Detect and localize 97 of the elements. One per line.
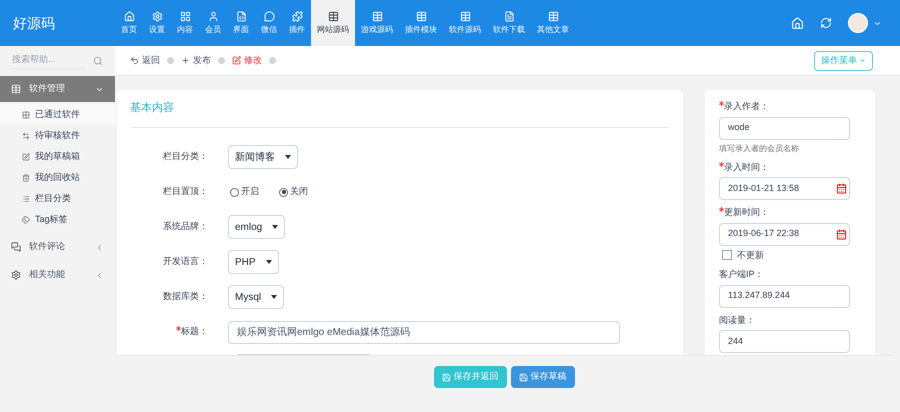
nav-tab[interactable]: 内容 (171, 0, 199, 46)
list-icon (22, 194, 30, 202)
caret-icon (859, 57, 866, 64)
nav-tab[interactable]: 会员 (199, 0, 227, 46)
caret-icon (272, 225, 278, 229)
asterisk-icon (719, 162, 724, 166)
trash-icon (22, 174, 30, 182)
chevron-left-icon (95, 270, 104, 280)
date-field[interactable]: 2019-01-21 13:58 (719, 177, 850, 200)
search-field[interactable]: 搜索帮助... (12, 52, 86, 70)
search-icon (93, 56, 103, 66)
nav-tab[interactable]: 其他文章 (531, 0, 575, 46)
sidebar-item[interactable]: 已通过软件 (0, 104, 115, 125)
logo: 好源码 (12, 14, 56, 32)
breadcrumb-link[interactable]: 发布 (181, 54, 211, 68)
back-icon (130, 56, 139, 65)
home-icon[interactable] (791, 16, 804, 30)
title-field[interactable]: 娱乐网资讯网emlgo eMedia媒体范源码 (228, 320, 620, 344)
refresh-icon[interactable] (820, 17, 832, 29)
table-icon (460, 10, 470, 22)
calendar-icon (836, 228, 847, 240)
caret-icon (271, 295, 278, 299)
breadcrumb-link[interactable]: 返回 (130, 54, 160, 68)
nav-tab[interactable]: 设置 (143, 0, 171, 46)
grid-icon (180, 10, 190, 22)
settings-icon (152, 10, 162, 22)
calendar-icon (836, 183, 847, 194)
table-icon (548, 10, 558, 22)
save-icon (442, 372, 450, 382)
field-label: 数据库类： (162, 290, 209, 304)
field-label: 录入作者： (719, 100, 861, 114)
sidebar-item[interactable]: 我的草稿箱 (0, 146, 115, 167)
gear-icon (11, 270, 21, 280)
sidebar-item[interactable]: 待审核软件 (0, 125, 115, 146)
caret-icon (266, 260, 272, 264)
home-icon (124, 10, 134, 22)
table-icon (328, 10, 338, 22)
puzzle-icon (292, 10, 302, 22)
avatar[interactable] (848, 13, 868, 33)
field-label: 标题： (130, 325, 228, 339)
select-field[interactable]: 新闻博客 (228, 145, 298, 169)
sidebar-group[interactable]: 软件评论 (0, 234, 115, 260)
caret-icon (285, 155, 291, 159)
breadcrumb-link[interactable]: 修改 (232, 54, 262, 68)
select-field[interactable]: PHP (228, 250, 279, 274)
nav-tab[interactable]: 首页 (115, 0, 143, 46)
table-icon (11, 84, 21, 94)
nav-tab[interactable]: 插件 (283, 0, 311, 46)
asterisk-icon (719, 207, 724, 212)
nav-tab[interactable]: 界面 (227, 0, 255, 46)
grid-icon (22, 110, 30, 118)
field-label: 阅读量： (719, 314, 756, 326)
field-label: 栏目分类： (162, 150, 209, 164)
radio-option[interactable]: 开启 (230, 185, 259, 199)
asterisk-icon (719, 101, 724, 106)
nav-tab[interactable]: 软件源码 (443, 0, 487, 46)
plus-icon (181, 56, 190, 65)
edit-icon (22, 152, 30, 160)
input-field[interactable]: 244 (719, 330, 850, 353)
sidebar-item[interactable]: Tag标签 (0, 209, 115, 230)
nav-tab[interactable]: 软件下载 (487, 0, 531, 46)
chat-icon (264, 10, 274, 22)
checkbox[interactable]: 不更新 (722, 248, 861, 262)
chevron-left-icon (95, 242, 104, 252)
section-title: 基本内容 (130, 90, 670, 128)
input-field[interactable]: 113.247.89.244 (719, 284, 850, 308)
radio-option[interactable]: 关闭 (279, 185, 308, 199)
asterisk-icon (176, 326, 181, 332)
swap-icon (22, 132, 30, 140)
date-field[interactable]: 2019-06-17 22:38 (719, 222, 850, 246)
field-label: 录入时间： (719, 160, 861, 174)
user-icon (208, 10, 218, 22)
field-label: 开发语言： (162, 255, 209, 268)
sidebar-group[interactable]: 软件管理 (0, 76, 115, 102)
file-icon (504, 10, 514, 22)
nav-tab[interactable]: 插件模块 (399, 0, 443, 46)
field-label: 客户端IP： (719, 268, 765, 281)
hint-text: 填写录入者的会员名称 (719, 142, 800, 154)
select-field[interactable]: Mysql (228, 285, 284, 309)
field-label: 更新时间： (719, 206, 861, 220)
sidebar-item[interactable]: 我的回收站 (0, 167, 115, 188)
chat-icon (11, 242, 21, 252)
sidebar-item[interactable]: 栏目分类 (0, 188, 115, 209)
code-file-icon (236, 10, 246, 22)
nav-tab[interactable]: 游戏源码 (355, 0, 399, 46)
field-label: 系统品牌： (162, 220, 209, 234)
save-icon (518, 372, 528, 382)
table-icon (416, 10, 426, 22)
nav-tab[interactable]: 网站源码 (311, 0, 355, 46)
sidebar-group[interactable]: 相关功能 (0, 262, 115, 288)
select-field[interactable]: emlog (228, 215, 286, 239)
field-label: 栏目置顶： (162, 185, 209, 198)
input-field[interactable]: wode (719, 116, 850, 140)
table-icon (372, 10, 382, 22)
tags-icon (22, 216, 30, 224)
edit-icon (232, 56, 241, 65)
nav-tab[interactable]: 微信 (255, 0, 283, 46)
